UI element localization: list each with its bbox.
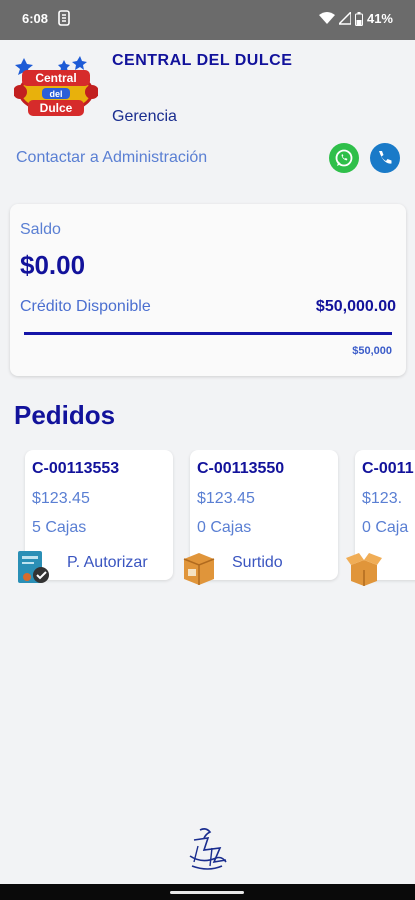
whatsapp-button[interactable] bbox=[329, 143, 359, 173]
orders-title: Pedidos bbox=[14, 400, 116, 430]
order-id: C-0011 bbox=[362, 460, 414, 477]
company-logo: Central del Dulce bbox=[14, 56, 98, 116]
credit-available-label: Crédito Disponible bbox=[20, 298, 151, 315]
order-amount: $123. bbox=[362, 490, 403, 507]
saldo-label: Saldo bbox=[20, 221, 61, 238]
balance-card: Saldo $0.00 Crédito Disponible $50,000.0… bbox=[10, 204, 406, 376]
company-name: CENTRAL DEL DULCE bbox=[112, 52, 293, 69]
contact-admin-label[interactable]: Contactar a Administración bbox=[16, 149, 207, 167]
logo-text-2: del bbox=[49, 89, 62, 99]
header: Central del Dulce CENTRAL DEL DULCE Gere… bbox=[0, 40, 415, 190]
order-status: P. Autorizar bbox=[67, 554, 148, 571]
whatsapp-icon bbox=[335, 149, 353, 167]
order-card[interactable]: C-00113553 $123.45 5 Cajas P. Autorizar bbox=[18, 450, 173, 583]
home-gesture-handle[interactable] bbox=[170, 891, 244, 894]
phone-icon bbox=[379, 151, 392, 164]
credit-available-value: $50,000.00 bbox=[315, 298, 396, 315]
status-time: 6:08 bbox=[22, 11, 49, 26]
signal-icon bbox=[338, 12, 351, 25]
logo-text-3: Dulce bbox=[40, 101, 73, 115]
order-amount: $123.45 bbox=[197, 490, 255, 507]
footer-logo-icon bbox=[189, 828, 227, 870]
user-role: Gerencia bbox=[112, 108, 177, 125]
orders-carousel[interactable]: C-00113553 $123.45 5 Cajas P. Autorizar … bbox=[0, 450, 415, 590]
app-notification-icon bbox=[58, 10, 70, 26]
order-card[interactable]: C-0011 $123. 0 Caja bbox=[346, 450, 415, 586]
status-bar: 6:08 41% bbox=[0, 0, 415, 40]
authorize-icon bbox=[18, 551, 49, 583]
order-boxes: 5 Cajas bbox=[32, 519, 87, 536]
credit-progress-bar bbox=[24, 332, 392, 335]
credit-limit: $50,000 bbox=[352, 345, 392, 357]
box-open-icon bbox=[346, 553, 382, 586]
order-id: C-00113550 bbox=[197, 460, 285, 477]
battery-icon bbox=[354, 11, 363, 26]
order-card[interactable]: C-00113550 $123.45 0 Cajas Surtido bbox=[183, 450, 338, 585]
saldo-value: $0.00 bbox=[20, 250, 86, 280]
status-icons: 41% bbox=[318, 11, 393, 26]
order-status: Surtido bbox=[232, 554, 283, 571]
phone-button[interactable] bbox=[370, 143, 400, 173]
order-id: C-00113553 bbox=[32, 460, 120, 477]
order-amount: $123.45 bbox=[32, 490, 90, 507]
box-closed-icon bbox=[183, 553, 215, 585]
wifi-icon bbox=[318, 12, 335, 24]
navigation-bar bbox=[0, 884, 415, 900]
order-boxes: 0 Cajas bbox=[197, 519, 252, 536]
credit-progress-fill bbox=[24, 332, 392, 335]
order-boxes: 0 Caja bbox=[362, 519, 409, 536]
logo-text-1: Central bbox=[35, 71, 76, 85]
battery-percent: 41% bbox=[366, 11, 393, 26]
